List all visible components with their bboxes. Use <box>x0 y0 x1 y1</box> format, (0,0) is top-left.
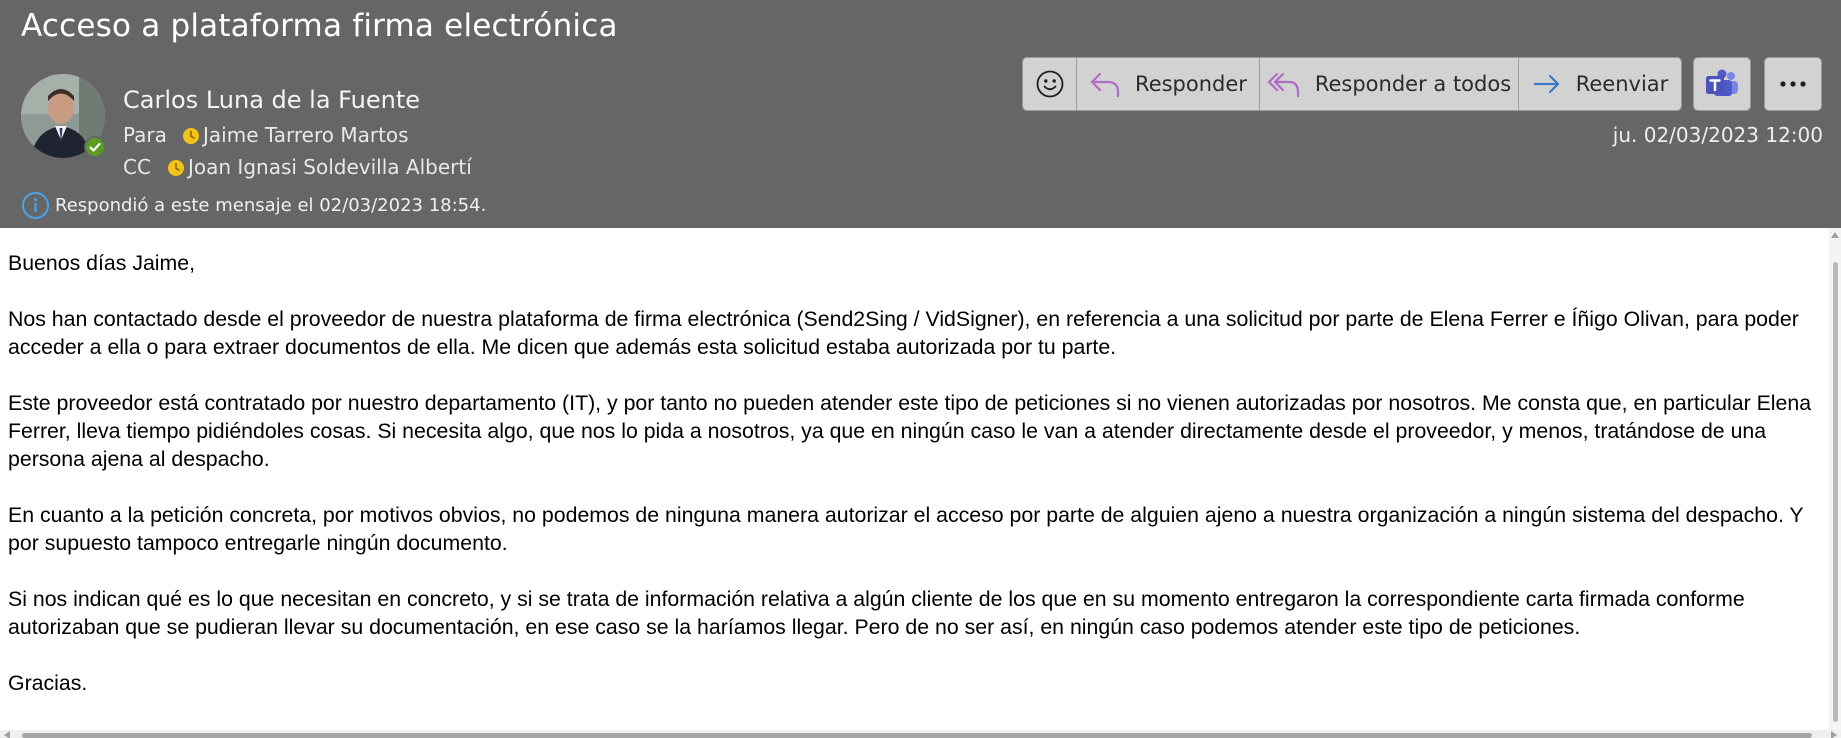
more-actions-button[interactable] <box>1764 57 1822 111</box>
vertical-scrollbar[interactable] <box>1829 228 1841 730</box>
scroll-up-icon[interactable] <box>1831 232 1839 238</box>
body-closing: Gracias. <box>8 671 88 695</box>
body-greeting: Buenos días Jaime, <box>8 251 196 275</box>
body-paragraph: Nos han contactado desde el proveedor de… <box>8 307 1799 359</box>
scroll-right-icon[interactable] <box>1831 731 1837 738</box>
body-paragraph: Este proveedor está contratado por nuest… <box>8 391 1812 471</box>
to-label: Para <box>123 123 167 147</box>
body-paragraph: En cuanto a la petición concreta, por mo… <box>8 503 1804 555</box>
reply-all-button[interactable]: Responder a todos <box>1260 57 1519 111</box>
message-date: ju. 02/03/2023 12:00 <box>1612 123 1823 147</box>
reply-all-label: Responder a todos <box>1314 72 1512 96</box>
clock-icon <box>182 126 200 144</box>
reading-pane-header: Acceso a plataforma firma electrónica Ca… <box>0 0 1841 228</box>
vertical-scroll-thumb[interactable] <box>1833 262 1838 722</box>
sender-name[interactable]: Carlos Luna de la Fuente <box>123 86 420 114</box>
reply-all-arrow-icon <box>1267 70 1301 98</box>
teams-icon <box>1705 69 1739 99</box>
reply-arrow-icon <box>1089 70 1121 98</box>
smiley-icon <box>1035 69 1065 99</box>
reply-button[interactable]: Responder <box>1077 57 1260 111</box>
scroll-left-icon[interactable] <box>4 731 10 738</box>
message-subject: Acceso a plataforma firma electrónica <box>21 8 618 44</box>
info-icon <box>21 191 50 220</box>
to-recipient[interactable]: Jaime Tarrero Martos <box>203 123 409 147</box>
forward-button[interactable]: Reenviar <box>1519 57 1682 111</box>
cc-recipient[interactable]: Joan Ignasi Soldevilla Albertí <box>188 155 472 179</box>
forward-arrow-icon <box>1532 72 1562 96</box>
reply-info-bar[interactable]: Respondió a este mensaje el 02/03/2023 1… <box>21 191 486 220</box>
reply-label: Responder <box>1135 72 1247 96</box>
horizontal-scrollbar[interactable] <box>0 730 1841 738</box>
teams-button[interactable] <box>1693 57 1751 111</box>
body-paragraph: Si nos indican qué es lo que necesitan e… <box>8 587 1745 639</box>
horizontal-scroll-thumb[interactable] <box>22 733 1812 738</box>
forward-label: Reenviar <box>1575 72 1669 96</box>
to-line: Para Jaime Tarrero Martos <box>123 123 409 147</box>
clock-icon <box>167 158 185 176</box>
reply-info-text: Respondió a este mensaje el 02/03/2023 1… <box>55 195 487 216</box>
message-body: Buenos días Jaime, Nos han contactado de… <box>0 228 1836 730</box>
more-dots-icon <box>1778 80 1808 88</box>
reaction-button[interactable] <box>1022 57 1077 111</box>
presence-available-icon <box>84 136 106 158</box>
cc-line: CC Joan Ignasi Soldevilla Albertí <box>123 155 472 179</box>
cc-label: CC <box>123 155 151 179</box>
